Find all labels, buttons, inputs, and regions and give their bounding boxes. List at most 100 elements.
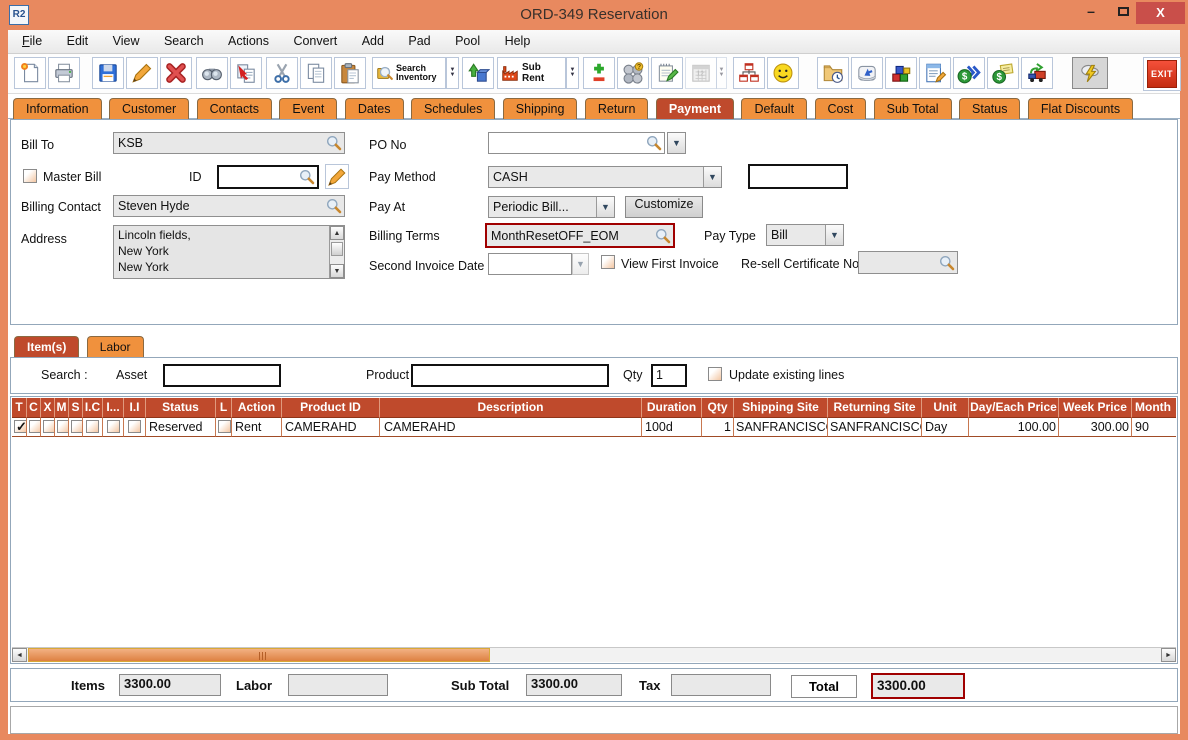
exit-button[interactable]: EXIT: [1143, 57, 1181, 91]
column-header[interactable]: Returning Site: [828, 398, 922, 418]
row-checkbox-i[interactable]: [106, 420, 120, 433]
cell-week-price[interactable]: 300.00: [1059, 418, 1132, 437]
sub-rent-button[interactable]: Sub Rent: [497, 57, 566, 89]
row-checkbox-t[interactable]: [14, 418, 26, 436]
tab-labor[interactable]: Labor: [86, 336, 144, 358]
document-edit-button[interactable]: [919, 57, 951, 89]
lookup-icon[interactable]: [326, 198, 342, 214]
scroll-left-icon[interactable]: ◄: [12, 648, 27, 662]
tab-customer[interactable]: Customer: [108, 98, 190, 120]
row-checkbox-ic[interactable]: [86, 420, 99, 433]
billing-terms-field[interactable]: MonthResetOFF_EOM: [485, 223, 675, 248]
scroll-thumb[interactable]: [28, 648, 490, 662]
cut-button[interactable]: [266, 57, 298, 89]
cell-product-id[interactable]: CAMERAHD: [282, 418, 380, 437]
column-header[interactable]: Product ID: [282, 398, 380, 418]
group-button[interactable]: ?: [617, 57, 649, 89]
tab-dates[interactable]: Dates: [344, 98, 404, 120]
tab-items[interactable]: Item(s): [14, 336, 80, 358]
billing-contact-field[interactable]: Steven Hyde: [113, 195, 345, 217]
lookup-icon[interactable]: [646, 135, 662, 151]
tab-return[interactable]: Return: [584, 98, 649, 120]
menu-search[interactable]: Search: [154, 30, 214, 53]
second-invoice-date-field[interactable]: [488, 253, 572, 275]
cell-status[interactable]: Reserved: [146, 418, 216, 437]
tab-status[interactable]: Status: [959, 98, 1021, 120]
cubes-button[interactable]: [885, 57, 917, 89]
menu-edit[interactable]: Edit: [57, 30, 99, 53]
lightning-button[interactable]: [1072, 57, 1108, 89]
tab-sub-total[interactable]: Sub Total: [873, 98, 952, 120]
column-header[interactable]: Day/Each Price: [969, 398, 1059, 418]
column-header[interactable]: Unit: [922, 398, 969, 418]
copy-button[interactable]: [300, 57, 332, 89]
dollar-forward-button[interactable]: $: [953, 57, 985, 89]
transfer-button[interactable]: [230, 57, 262, 89]
dollar-note-button[interactable]: $: [987, 57, 1019, 89]
close-button[interactable]: X: [1136, 2, 1185, 24]
save-button[interactable]: [92, 57, 124, 89]
resell-certificate-field[interactable]: [858, 251, 958, 274]
maximize-button[interactable]: [1108, 0, 1138, 24]
menu-convert[interactable]: Convert: [283, 30, 347, 53]
pay-at-combo[interactable]: Periodic Bill... ▼: [488, 196, 615, 218]
column-header[interactable]: S: [69, 398, 83, 418]
tab-payment[interactable]: Payment: [655, 98, 734, 120]
column-header[interactable]: Month: [1132, 398, 1176, 418]
column-header[interactable]: I.C: [83, 398, 103, 418]
column-header[interactable]: Status: [146, 398, 216, 418]
column-header[interactable]: I...: [103, 398, 124, 418]
chevron-down-icon[interactable]: ▼: [596, 197, 614, 217]
tab-contacts[interactable]: Contacts: [196, 98, 272, 120]
menu-actions[interactable]: Actions: [218, 30, 279, 53]
cell-month-price[interactable]: 90: [1132, 418, 1176, 437]
cell-qty[interactable]: 1: [702, 418, 734, 437]
row-checkbox-m[interactable]: [57, 420, 68, 433]
search-inventory-dropdown[interactable]: ▼ ▼: [446, 57, 459, 89]
tab-cost[interactable]: Cost: [814, 98, 867, 120]
lookup-icon[interactable]: [939, 255, 955, 271]
product-input[interactable]: [411, 364, 609, 387]
tab-shipping[interactable]: Shipping: [502, 98, 578, 120]
lookup-icon[interactable]: [299, 169, 315, 185]
chevron-down-icon[interactable]: ▼: [825, 225, 843, 245]
org-chart-button[interactable]: [733, 57, 765, 89]
row-checkbox-l[interactable]: [218, 420, 231, 433]
menu-pad[interactable]: Pad: [398, 30, 440, 53]
minimize-button[interactable]: –: [1076, 0, 1106, 24]
id-field[interactable]: [217, 165, 319, 189]
column-header[interactable]: Duration: [642, 398, 702, 418]
delete-button[interactable]: [160, 57, 192, 89]
chevron-down-icon[interactable]: ▼: [703, 167, 721, 187]
shapes-button[interactable]: [462, 57, 494, 89]
pay-method-combo[interactable]: CASH ▼: [488, 166, 722, 188]
pay-type-combo[interactable]: Bill ▼: [766, 224, 844, 246]
address-scrollbar[interactable]: ▲ ▼: [329, 226, 344, 278]
cell-unit[interactable]: Day: [922, 418, 969, 437]
row-checkbox-x[interactable]: [43, 420, 54, 433]
row-checkbox-s[interactable]: [71, 420, 82, 433]
row-checkbox-c[interactable]: [29, 420, 40, 433]
search-inventory-button[interactable]: Search Inventory: [372, 57, 446, 89]
edit-button[interactable]: [126, 57, 158, 89]
cell-description[interactable]: CAMERAHD: [380, 418, 642, 437]
tab-information[interactable]: Information: [13, 98, 102, 120]
lookup-icon[interactable]: [326, 135, 342, 151]
truck-return-button[interactable]: [1021, 57, 1053, 89]
column-header[interactable]: X: [41, 398, 55, 418]
cell-action[interactable]: Rent: [232, 418, 282, 437]
tab-flat-discounts[interactable]: Flat Discounts: [1027, 98, 1134, 120]
qty-input[interactable]: 1: [651, 364, 687, 387]
menu-file[interactable]: File: [12, 30, 52, 53]
row-checkbox-ii[interactable]: [128, 420, 141, 433]
horizontal-scrollbar[interactable]: ◄ ►: [12, 647, 1176, 662]
find-button[interactable]: [196, 57, 228, 89]
key-button-button[interactable]: [851, 57, 883, 89]
scroll-right-icon[interactable]: ►: [1161, 648, 1176, 662]
master-bill-checkbox[interactable]: [23, 169, 37, 183]
tab-default[interactable]: Default: [741, 98, 808, 120]
column-header[interactable]: I.I: [124, 398, 146, 418]
column-header[interactable]: Description: [380, 398, 642, 418]
new-button[interactable]: [14, 57, 46, 89]
lookup-icon[interactable]: [655, 228, 671, 244]
